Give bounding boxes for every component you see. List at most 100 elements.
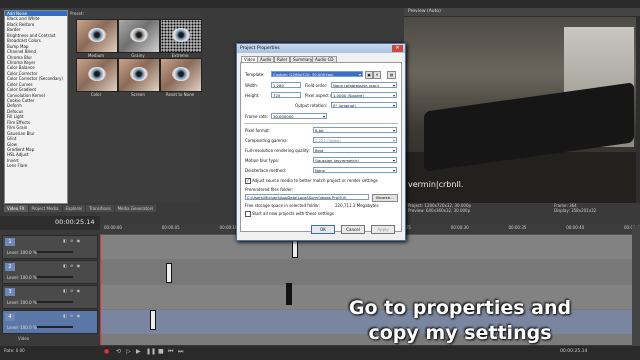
track-buttons[interactable]: ◧ ⊘ ◉ [63, 313, 81, 318]
tab-media-generators[interactable]: Media Generators [114, 205, 157, 212]
delete-template-icon[interactable]: ✕ [373, 71, 381, 79]
track-number: 1 [5, 238, 15, 246]
track-header[interactable]: 3 ◧ ⊘ ◉ Level: 100.0 % [2, 285, 98, 309]
close-icon[interactable]: ✕ [392, 45, 403, 52]
track-number: 4 [5, 313, 15, 321]
template-select[interactable]: Custom (1280x720, 30.000 fps) [271, 71, 363, 77]
frame-rate-select[interactable]: 30.000000 [271, 113, 327, 119]
pixel-format-select[interactable]: 8-bit [313, 127, 397, 133]
quality-select[interactable]: Best [313, 147, 397, 153]
rate-display: Rate: 0.00 [4, 348, 25, 353]
template-label: Template: [245, 72, 265, 77]
end-time-display: 00:00:25.14 [560, 349, 588, 354]
preset-panel: Preset: Medium Grainy Extreme Color Scre… [68, 10, 202, 202]
motion-blur-select[interactable]: Gaussian (asymmetric) [313, 157, 397, 163]
track-level: Level: 100.0 % [7, 325, 37, 330]
loop-icon[interactable]: ⟲ [116, 348, 121, 355]
height-input[interactable]: 720 [271, 92, 301, 98]
tab-video-fx[interactable]: Video FX [4, 205, 28, 212]
preset-label: Screen [131, 92, 145, 97]
preview-info: Project: 1280x720x32, 30.000p Preview: 6… [404, 203, 640, 215]
pixel-aspect-select[interactable]: 1.0000 (Square) [331, 92, 397, 98]
track-number: 3 [5, 288, 15, 296]
divider [244, 123, 398, 124]
deinterlace-select[interactable]: None [313, 167, 397, 173]
start-all-label: Start all new projects with these settin… [252, 211, 334, 216]
tab-transitions[interactable]: Transitions [86, 205, 114, 212]
fx-list-item[interactable]: Lens Flare [5, 163, 67, 168]
deinterlace-label: Deinterlace method: [245, 168, 287, 173]
dialog-title-text: Project Properties [240, 46, 280, 51]
preview-header[interactable]: Preview (Auto) [404, 8, 640, 16]
stop-icon[interactable]: ■ [158, 348, 164, 355]
browse-button[interactable]: Browse... [372, 194, 398, 202]
track-level-slider[interactable] [37, 326, 73, 328]
track-header-selected[interactable]: 4 ◧ ⊘ ◉ Level: 100.0 % [2, 310, 98, 334]
quality-label: Full-resolution rendering quality: [245, 148, 310, 153]
preview-watermark: vermin|crbnll. [408, 180, 464, 189]
preset-thumb-medium[interactable] [76, 19, 118, 53]
preview-info-display: Display: 358x201x32 [554, 208, 597, 213]
cancel-button[interactable]: Cancel [341, 225, 365, 234]
field-order-select[interactable]: None (progressive scan) [331, 82, 397, 88]
preset-thumb-color[interactable] [76, 58, 118, 92]
prerendered-folder-input[interactable]: C:\Users\Michael\AppData\Local\Sony\Vega… [245, 194, 369, 200]
playhead[interactable] [100, 235, 101, 345]
timeline-vertical-scrollbar[interactable] [632, 226, 640, 346]
track-level-slider[interactable] [37, 301, 73, 303]
apply-button[interactable]: Apply [371, 225, 395, 234]
track-level-slider[interactable] [37, 276, 73, 278]
timecode-display: 00:00:25.14 [55, 218, 95, 226]
window-docking-tabs: Video FX Project Media Explorer Transitions… [4, 205, 174, 212]
video-fx-list[interactable]: Add Noise Black and White Black Restore Bor… [4, 10, 68, 204]
preset-thumb-screen[interactable] [118, 58, 160, 92]
ok-button[interactable]: OK [311, 225, 335, 234]
dialog-title: Project Properties [237, 44, 405, 53]
pixel-format-label: Pixel format: [245, 128, 271, 133]
gamma-select[interactable]: 2.222 (Video) [313, 137, 397, 143]
preset-label: Color [90, 92, 102, 97]
track-buttons[interactable]: ◧ ⊘ ◉ [63, 238, 81, 243]
caption-line-1: Go to properties and [348, 297, 572, 319]
track-header[interactable]: 1 ◧ ⊘ ◉ Level: 100.0 % [2, 235, 98, 259]
match-media-icon[interactable]: ▤ [387, 71, 396, 79]
video-track-label: Video [18, 336, 30, 341]
track-buttons[interactable]: ◧ ⊘ ◉ [63, 288, 81, 293]
track-level-slider[interactable] [37, 251, 73, 253]
preset-thumb-grainy[interactable] [118, 19, 160, 53]
preset-thumb-extreme[interactable] [160, 19, 202, 53]
gamma-label: Compositing gamma: [245, 138, 288, 143]
timeline-clip[interactable] [166, 263, 172, 283]
record-button[interactable]: ● [104, 348, 109, 355]
project-properties-dialog: Project Properties ✕ Video Audio Ruler S… [236, 43, 406, 241]
play-from-start-icon[interactable]: ▷ [126, 348, 131, 355]
ruler-tick-label: 00:00:35 [508, 225, 527, 230]
play-icon[interactable]: ▶ [136, 348, 141, 355]
track-header[interactable]: 2 ◧ ⊘ ◉ Level: 100.0 % [2, 260, 98, 284]
free-space-label: Free storage space in selected folder: [245, 203, 321, 208]
track-buttons[interactable]: ◧ ⊘ ◉ [63, 263, 81, 268]
fx-list-item[interactable]: Color Corrector (Secondary) [5, 76, 67, 81]
motion-blur-label: Motion blur type: [245, 158, 280, 163]
timeline-clip[interactable] [150, 310, 156, 330]
width-input[interactable]: 1,280 [271, 82, 301, 88]
pause-icon[interactable]: ❚❚ [146, 348, 156, 355]
start-all-checkbox[interactable] [245, 211, 251, 217]
track-number: 2 [5, 263, 15, 271]
caption-line-2: copy my settings [368, 322, 552, 344]
adjust-media-label: Adjust source media to better match proj… [252, 178, 378, 183]
tab-project-media[interactable]: Project Media [28, 205, 62, 212]
adjust-media-checkbox[interactable]: ✓ [245, 178, 251, 184]
tab-explorer[interactable]: Explorer [62, 205, 86, 212]
preset-thumb-reset[interactable] [160, 58, 202, 92]
rotation-select[interactable]: 0° (original) [331, 102, 397, 108]
free-space-value: 220,711.3 Megabytes [335, 203, 379, 208]
timeline-clip[interactable] [292, 238, 298, 258]
field-order-label: Field order: [305, 83, 328, 88]
go-to-end-icon[interactable]: ⏭ [178, 348, 183, 356]
top-toolbar [0, 0, 640, 8]
track-level: Level: 100.0 % [7, 300, 37, 305]
save-template-icon[interactable]: ▣ [365, 71, 373, 79]
transport-bar [0, 346, 640, 360]
go-to-start-icon[interactable]: ⏮ [168, 348, 173, 356]
